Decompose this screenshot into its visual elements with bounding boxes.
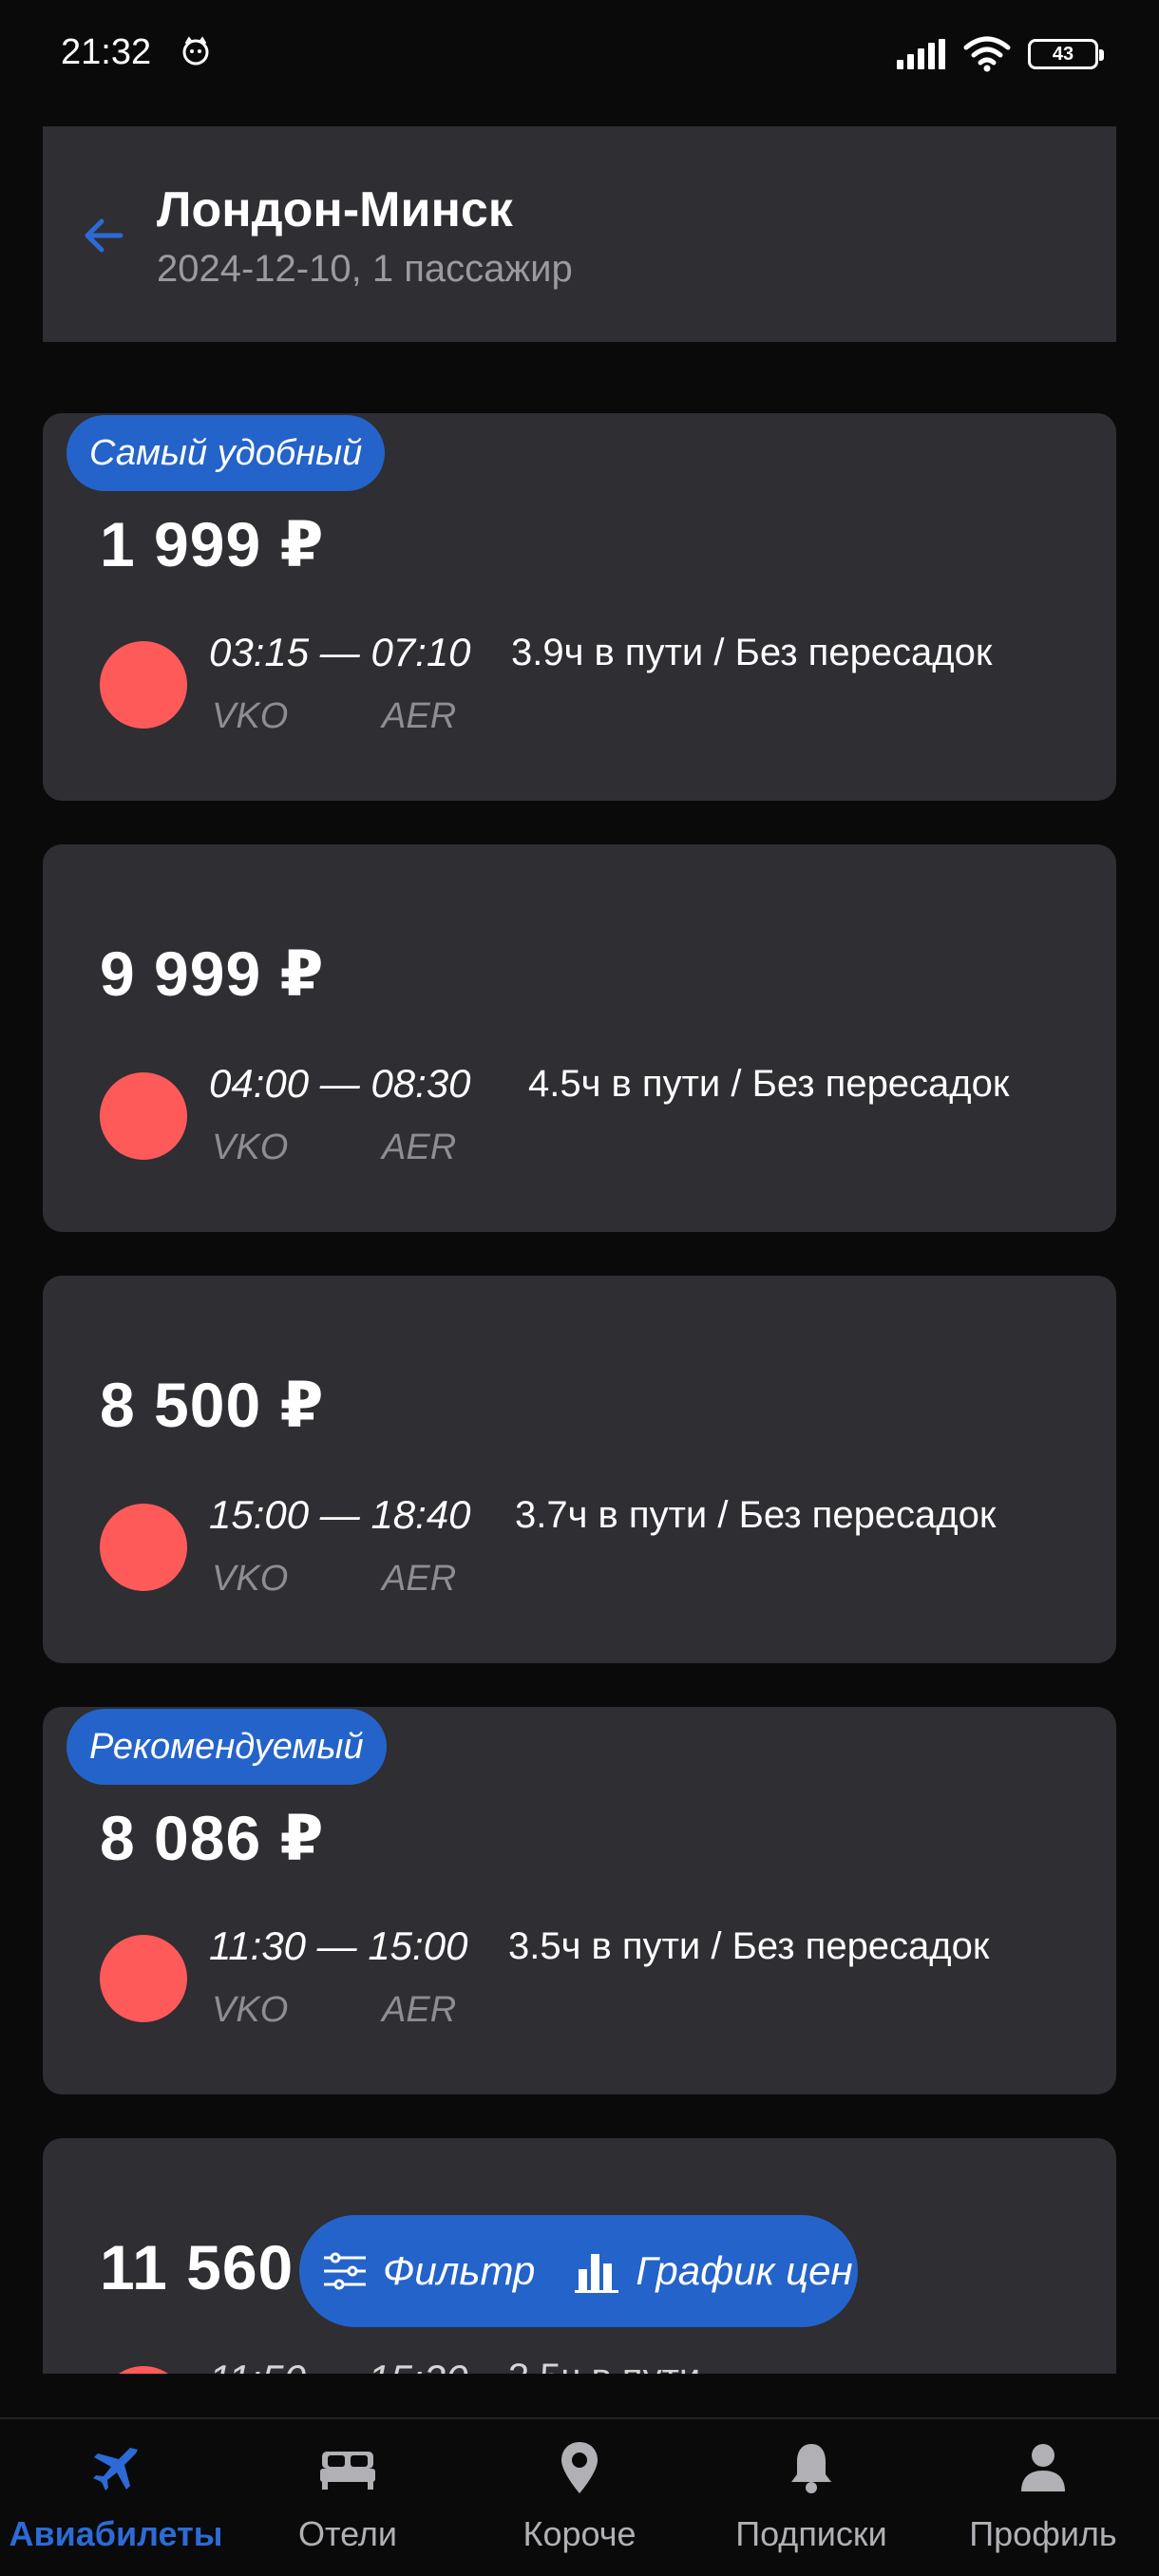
filter-button[interactable]: Фильтр (320, 2246, 535, 2296)
departure-airport: VKO (212, 1990, 289, 2030)
nav-tab-hotels[interactable]: Отели (232, 2419, 464, 2576)
flight-times: 03:15 — 07:10 (209, 630, 471, 674)
notification-cat-icon (182, 36, 209, 66)
wifi-icon (963, 36, 1011, 72)
airline-logo (100, 1072, 187, 1160)
flight-price: 8 086 ₽ (100, 1803, 325, 1873)
nav-tab-subscriptions[interactable]: Подписки (695, 2419, 927, 2576)
flight-duration: 3.5ч в пути (508, 2357, 700, 2374)
flight-duration: 3.9ч в пути / Без пересадок (511, 632, 993, 673)
nav-label: Отели (297, 2514, 398, 2553)
departure-airport: VKO (212, 1559, 289, 1599)
airline-logo (100, 1935, 187, 2022)
status-time: 21:32 (61, 32, 152, 72)
sliders-icon (324, 2252, 366, 2290)
route-header: Лондон-Минск 2024-12-10, 1 пассажир (43, 126, 1116, 342)
flight-price: 11 560 (100, 2232, 294, 2302)
route-subtitle: 2024-12-10, 1 пассажир (157, 248, 573, 290)
flight-duration: 3.7ч в пути / Без пересадок (515, 1494, 997, 1536)
flight-price: 1 999 ₽ (100, 509, 325, 579)
arrival-airport: AER (382, 1127, 457, 1167)
nav-label: Короче (522, 2514, 636, 2553)
signal-icon (897, 39, 945, 69)
flight-times: 11:50 — 15:20 (209, 2357, 467, 2374)
flight-times: 04:00 — 08:30 (209, 1061, 471, 1106)
status-icons: 43 (897, 36, 1104, 72)
filter-label: Фильтр (383, 2248, 536, 2293)
flight-card[interactable]: Рекомендуемый 8 086 ₽ 11:30 — 15:00 3.5ч… (43, 1707, 1116, 2094)
nav-label: Подписки (735, 2514, 887, 2553)
location-pin-icon (561, 2442, 598, 2493)
flight-duration: 3.5ч в пути / Без пересадок (508, 1925, 990, 1967)
arrival-airport: AER (382, 696, 457, 736)
bell-icon (791, 2444, 831, 2493)
flight-times: 15:00 — 18:40 (209, 1492, 471, 1537)
flight-duration: 4.5ч в пути / Без пересадок (528, 1063, 1010, 1105)
person-icon (1021, 2444, 1065, 2491)
flight-card[interactable]: Самый удобный 1 999 ₽ 03:15 — 07:10 3.9ч… (43, 413, 1116, 801)
bed-icon (320, 2452, 375, 2490)
departure-airport: VKO (212, 1127, 289, 1167)
flight-price: 9 999 ₽ (100, 938, 325, 1009)
nav-label: Профиль (969, 2514, 1117, 2553)
nav-label: Авиабилеты (9, 2514, 223, 2553)
bar-chart-icon (575, 2254, 619, 2293)
back-arrow-icon[interactable] (71, 202, 138, 269)
plane-icon (93, 2448, 138, 2491)
flight-times: 11:30 — 15:00 (209, 1923, 468, 1968)
price-chart-label: График цен (636, 2248, 853, 2293)
airline-logo (100, 2366, 187, 2374)
price-chart-button[interactable]: График цен (573, 2246, 853, 2296)
departure-airport: VKO (212, 696, 289, 736)
filter-chart-bar: Фильтр График цен (299, 2215, 858, 2327)
arrival-airport: AER (382, 1990, 457, 2030)
flight-card[interactable]: 9 999 ₽ 04:00 — 08:30 4.5ч в пути / Без … (43, 844, 1116, 1232)
flight-price: 8 500 ₽ (100, 1370, 325, 1440)
status-bar: 21:32 43 (0, 0, 1159, 114)
nav-tab-profile[interactable]: Профиль (927, 2419, 1159, 2576)
flight-card[interactable]: 8 500 ₽ 15:00 — 18:40 3.7ч в пути / Без … (43, 1276, 1116, 1663)
nav-tab-shorter[interactable]: Короче (464, 2419, 695, 2576)
airline-logo (100, 641, 187, 729)
airline-logo (100, 1504, 187, 1591)
bottom-nav: Авиабилеты Отели Короче Подписки Профиль (0, 2417, 1159, 2576)
badge-most-convenient: Самый удобный (66, 415, 386, 491)
battery-indicator: 43 (1028, 39, 1104, 69)
arrival-airport: AER (382, 1559, 457, 1599)
badge-recommended: Рекомендуемый (66, 1709, 387, 1785)
nav-tab-flights[interactable]: Авиабилеты (0, 2419, 232, 2576)
route-title: Лондон-Минск (157, 182, 513, 237)
